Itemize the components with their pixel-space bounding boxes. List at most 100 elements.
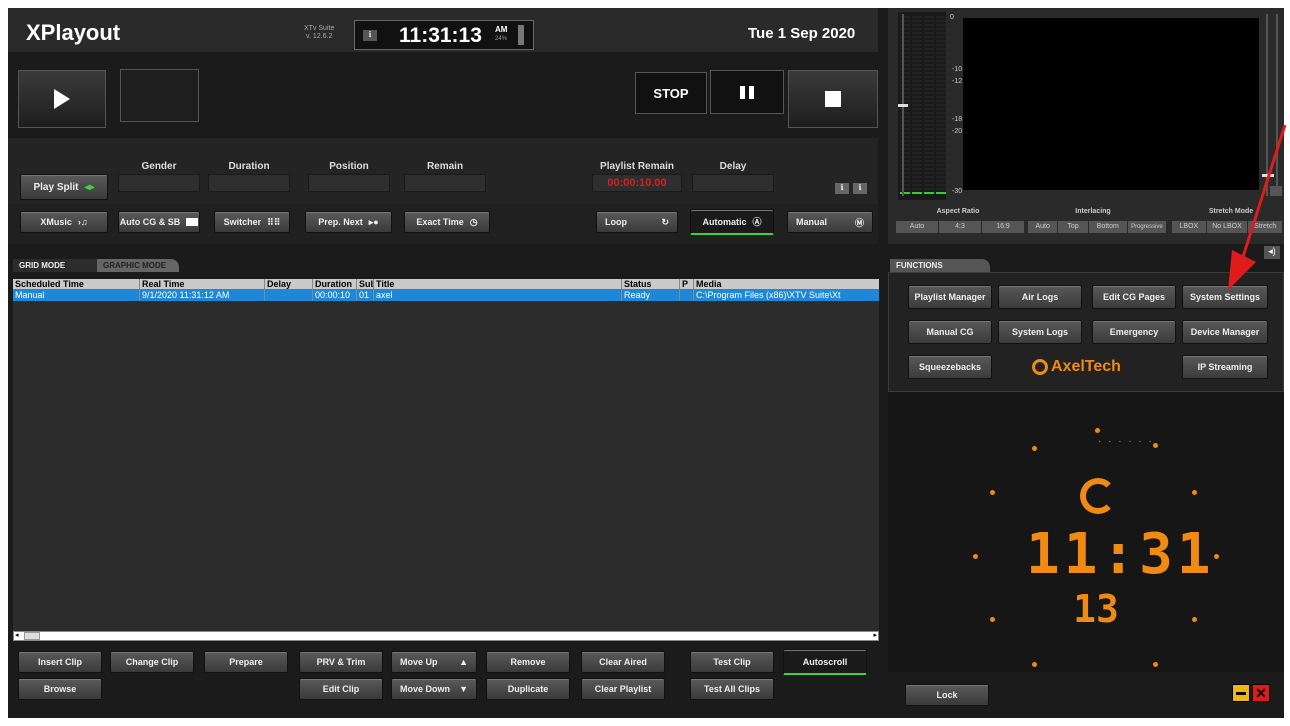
test-all-clips-button[interactable]: Test All Clips [690,678,774,700]
playlist-remain-label: Playlist Remain [600,161,674,172]
squeezebacks-button[interactable]: Squeezebacks [908,355,992,379]
axeltech-logo-icon [1032,359,1048,375]
clock-logo-icon [1080,478,1116,514]
interlacing-auto-option[interactable]: Auto [1028,221,1058,233]
cell-sub: 01 [357,289,374,301]
insert-clip-button[interactable]: Insert Clip [18,651,102,673]
duration-field [208,174,290,192]
xmusic-button[interactable]: XMusic ›♫ [20,211,108,233]
close-icon[interactable]: ✕ [1252,684,1270,702]
play-split-button[interactable]: Play Split ◂▸ [20,174,108,200]
change-clip-button[interactable]: Change Clip [110,651,194,673]
air-logs-button[interactable]: Air Logs [998,285,1082,309]
col-real-time[interactable]: Real Time [140,279,265,289]
clock-dot [1032,446,1037,451]
stop-button[interactable]: STOP [635,72,707,114]
remove-button[interactable]: Remove [486,651,570,673]
col-media[interactable]: Media [694,279,879,289]
tab-functions[interactable]: FUNCTIONS [890,259,990,272]
meter-bar-2 [912,16,922,196]
playlist-manager-button[interactable]: Playlist Manager [908,285,992,309]
lock-button[interactable]: Lock [905,684,989,706]
version-label: v. 12.6.2 [306,33,333,40]
clear-playlist-button[interactable]: Clear Playlist [581,678,665,700]
pause-icon [740,85,754,99]
prep-next-label: Prep. Next [318,217,363,227]
clock-dot [1192,490,1197,495]
loop-button[interactable]: Loop ↻ [596,211,678,233]
test-clip-button[interactable]: Test Clip [690,651,774,673]
automatic-button[interactable]: Automatic Ⓐ [690,209,774,235]
suite-version: XTv Suite v. 12.6.2 [304,25,334,41]
manual-button[interactable]: Manual Ⓜ [787,211,873,233]
col-duration[interactable]: Duration [313,279,357,289]
prv-trim-button[interactable]: PRV & Trim [299,651,383,673]
meter-scale-12: -12 [952,78,963,85]
col-p[interactable]: P [680,279,694,289]
horizontal-scrollbar[interactable]: ◂ ▸ [13,631,879,641]
meter-peak-4 [936,192,946,194]
system-logs-button[interactable]: System Logs [998,320,1082,344]
info-icon-2[interactable]: ℹ [853,183,867,194]
interlacing-label: Interlacing [1075,208,1111,215]
clock-dot [973,554,978,559]
play-button[interactable] [18,70,106,128]
manual-cg-button[interactable]: Manual CG [908,320,992,344]
clock-info-icon[interactable]: ℹ [363,30,377,41]
emergency-button[interactable]: Emergency [1092,320,1176,344]
duplicate-button[interactable]: Duplicate [486,678,570,700]
pause-button[interactable] [710,70,784,114]
app-title: XPlayout [26,20,121,45]
prepare-button[interactable]: Prepare [204,651,288,673]
aspect-43-option[interactable]: 4:3 [939,221,981,233]
interlacing-top-option[interactable]: Top [1058,221,1088,233]
prep-next-button[interactable]: Prep. Next ▸● [305,211,392,233]
volume-fader-left-handle[interactable] [898,104,908,107]
table-row[interactable]: Manual 9/1/2020 11:31:12 AM 00:00:10 01 … [13,289,879,301]
position-field [308,174,390,192]
tab-grid-mode[interactable]: GRID MODE [13,259,97,272]
interlacing-bottom-option[interactable]: Bottom [1088,221,1127,233]
chevron-up-icon: ▲ [459,657,468,667]
info-icon-1[interactable]: ℹ [835,183,849,194]
col-title[interactable]: Title [374,279,622,289]
col-scheduled-time[interactable]: Scheduled Time [13,279,140,289]
edit-cg-pages-button[interactable]: Edit CG Pages [1092,285,1176,309]
switcher-button[interactable]: Switcher ⠿⠿ [214,211,290,233]
move-up-button[interactable]: Move Up ▲ [391,651,477,673]
clock-dot [1192,617,1197,622]
ip-streaming-button[interactable]: IP Streaming [1182,355,1268,379]
col-status[interactable]: Status [622,279,680,289]
scroll-thumb[interactable] [24,632,40,640]
exact-time-label: Exact Time [416,217,464,227]
minimize-icon[interactable] [1232,684,1250,702]
col-sub[interactable]: Sub [357,279,374,289]
col-delay[interactable]: Delay [265,279,313,289]
interlacing-progressive-option[interactable]: Progressive [1127,221,1166,233]
tab-graphic-mode[interactable]: GRAPHIC MODE [97,259,179,272]
clear-aired-button[interactable]: Clear Aired [581,651,665,673]
automatic-label: Automatic [702,216,747,227]
cell-media: C:\Program Files (x86)\XTV Suite\Xt [696,290,841,300]
browse-button[interactable]: Browse [18,678,102,700]
date-display: Tue 1 Sep 2020 [748,25,856,42]
aspect-auto-option[interactable]: Auto [896,221,938,233]
scroll-left-icon[interactable]: ◂ [15,632,19,640]
stop-square-button[interactable] [788,70,878,128]
clock-percent: 24% [495,36,508,42]
autoscroll-button[interactable]: Autoscroll [783,649,867,675]
play-split-label: Play Split [33,181,79,193]
aspect-169-option[interactable]: 16:9 [982,221,1024,233]
device-manager-button[interactable]: Device Manager [1182,320,1268,344]
exact-time-button[interactable]: Exact Time ◷ [404,211,490,233]
auto-cg-button[interactable]: Auto CG & SB [118,211,200,233]
remain-label: Remain [426,161,464,172]
position-label: Position [329,161,369,172]
clock-dot [1214,554,1219,559]
playlist-grid[interactable]: Scheduled Time Real Time Delay Duration … [13,279,879,631]
edit-clip-button[interactable]: Edit Clip [299,678,383,700]
move-down-button[interactable]: Move Down ▼ [391,678,477,700]
scroll-right-icon[interactable]: ▸ [873,632,877,640]
gender-field [118,174,200,192]
aspect-ratio-label: Aspect Ratio [936,208,980,215]
